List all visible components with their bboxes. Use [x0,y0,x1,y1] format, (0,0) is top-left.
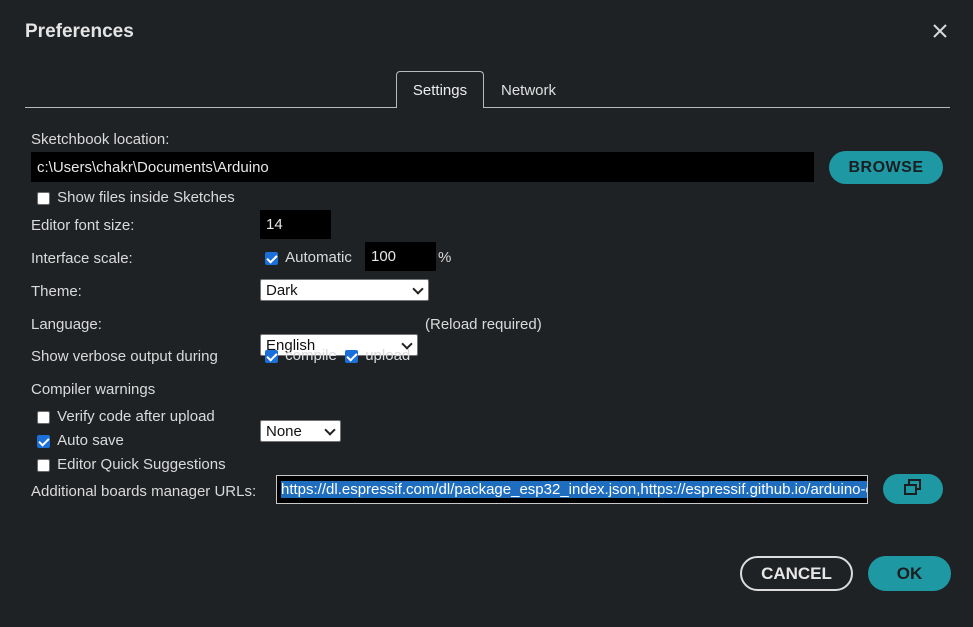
automatic-checkbox[interactable] [265,251,278,265]
theme-value: Dark [266,281,298,299]
boards-urls-value: https://dl.espressif.com/dl/package_esp3… [281,481,867,498]
open-window-icon [903,478,923,500]
auto-save-row: Auto save [37,432,124,449]
verify-label: Verify code after upload [57,408,215,425]
font-size-label: Editor font size: [31,217,135,234]
interface-scale-label: Interface scale: [31,250,133,267]
ok-button[interactable]: OK [868,556,951,591]
quick-suggestions-label: Editor Quick Suggestions [57,456,226,473]
open-urls-editor-button[interactable] [883,474,943,504]
show-files-checkbox[interactable] [37,191,50,205]
percent-unit: % [438,249,452,266]
verbose-options: compile upload [265,347,410,364]
tab-divider [25,107,950,108]
interface-scale-input[interactable]: 100 [365,242,436,271]
automatic-row: Automatic [265,249,352,266]
boards-urls-label: Additional boards manager URLs: [31,483,257,500]
upload-checkbox[interactable] [345,349,359,363]
tab-network[interactable]: Network [501,82,556,99]
font-size-input[interactable]: 14 [260,210,331,239]
chevron-down-icon [324,424,336,436]
compiler-warnings-label: Compiler warnings [31,381,156,398]
compiler-warnings-value: None [266,422,302,440]
automatic-label: Automatic [285,249,352,266]
sketchbook-location-input[interactable]: c:\Users\chakr\Documents\Arduino [31,152,814,182]
theme-select[interactable]: Dark [260,279,429,301]
verify-checkbox[interactable] [37,410,50,424]
verify-row: Verify code after upload [37,408,215,425]
browse-button[interactable]: BROWSE [829,151,943,184]
auto-save-checkbox[interactable] [37,434,50,448]
theme-label: Theme: [31,283,82,300]
show-files-label: Show files inside Sketches [57,189,235,206]
dialog-title: Preferences [25,21,134,42]
boards-urls-input[interactable]: https://dl.espressif.com/dl/package_esp3… [276,475,868,504]
compile-label: compile [285,347,337,364]
quick-suggestions-checkbox[interactable] [37,458,50,472]
auto-save-label: Auto save [57,432,124,449]
reload-required-note: (Reload required) [425,316,542,333]
language-label: Language: [31,316,102,333]
compiler-warnings-select[interactable]: None [260,420,341,442]
show-files-row: Show files inside Sketches [37,189,235,206]
chevron-down-icon [412,283,424,295]
upload-label: upload [365,347,411,364]
verbose-label: Show verbose output during [31,348,218,365]
cancel-button[interactable]: CANCEL [740,556,853,591]
sketchbook-label: Sketchbook location: [31,131,170,148]
close-icon[interactable] [929,20,951,42]
tab-settings[interactable]: Settings [396,71,484,108]
quick-suggestions-row: Editor Quick Suggestions [37,456,226,473]
compile-checkbox[interactable] [265,349,278,363]
